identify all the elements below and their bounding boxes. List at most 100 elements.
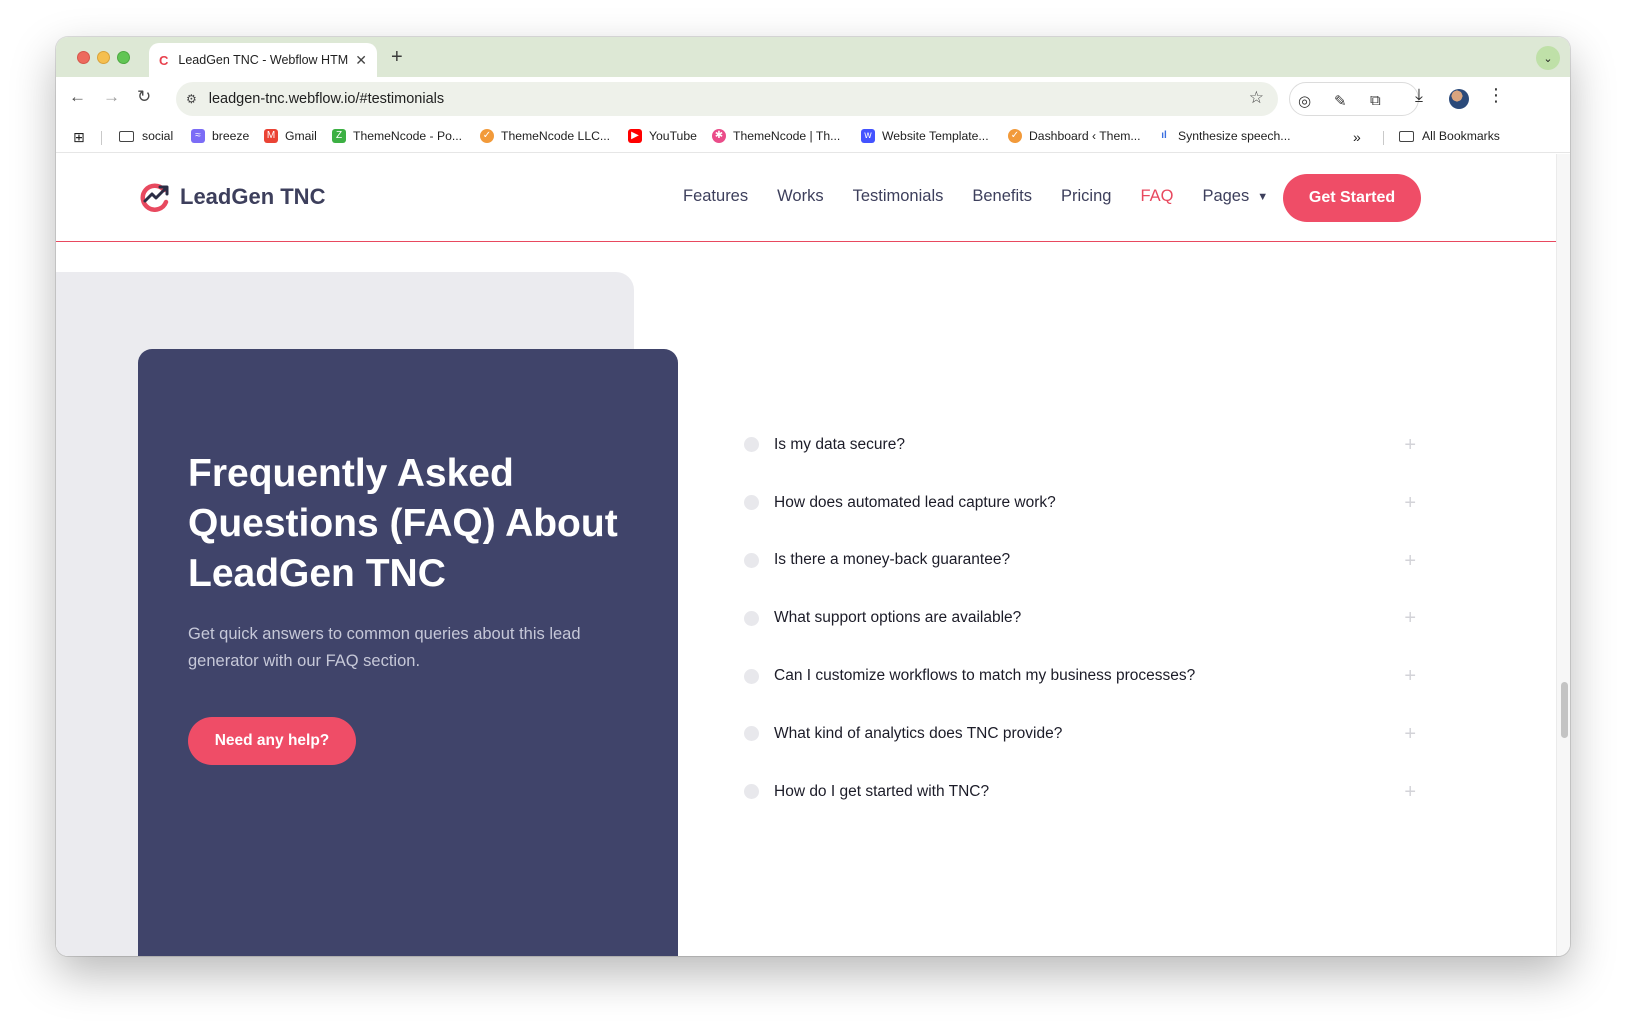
plus-icon[interactable]: + <box>1404 607 1416 630</box>
nav-faq[interactable]: FAQ <box>1140 187 1173 206</box>
site-info-icon[interactable]: ⚙ <box>186 92 197 106</box>
bookmark-label: Gmail <box>285 129 317 143</box>
tab-title: LeadGen TNC - Webflow HTML website templ… <box>178 53 349 67</box>
profile-avatar[interactable] <box>1449 89 1469 109</box>
faq-bullet-icon <box>744 437 759 453</box>
nav-works[interactable]: Works <box>777 187 823 206</box>
browser-toolbar: ← → ↻ ⚙ leadgen-tnc.webflow.io/#testimon… <box>56 77 1570 121</box>
bookmark-themencode-llc[interactable]: ✓ ThemeNcode LLC... <box>480 129 610 143</box>
bookmark-label: Synthesize speech... <box>1178 129 1291 143</box>
faq-item[interactable]: Is my data secure? + <box>744 416 1416 474</box>
nav-testimonials[interactable]: Testimonials <box>853 187 944 206</box>
extensions-group: ◎ ✎ ⧉ <box>1289 82 1419 116</box>
faq-bullet-icon <box>744 610 759 626</box>
dashboard-icon: ✓ <box>1008 129 1022 143</box>
maximize-window-button[interactable] <box>117 51 130 64</box>
tab-strip: C LeadGen TNC - Webflow HTML website tem… <box>56 37 1570 77</box>
plus-icon[interactable]: + <box>1404 723 1416 746</box>
faq-item[interactable]: How does automated lead capture work? + <box>744 474 1416 532</box>
faq-list: Is my data secure? + How does automated … <box>744 416 1416 821</box>
faq-bullet-icon <box>744 552 759 568</box>
faq-bullet-icon <box>744 726 759 742</box>
faq-subtitle: Get quick answers to common queries abou… <box>188 625 581 670</box>
tab-close-icon[interactable]: ✕ <box>355 52 367 69</box>
bookmark-synthesize[interactable]: ıl Synthesize speech... <box>1157 129 1290 143</box>
eyedropper-icon[interactable]: ✎ <box>1334 92 1347 110</box>
bookmark-label: ThemeNcode | Th... <box>733 129 841 143</box>
bookmark-gmail[interactable]: M Gmail <box>264 129 317 143</box>
faq-item[interactable]: How do I get started with TNC? + <box>744 763 1416 821</box>
all-bookmarks[interactable]: All Bookmarks <box>1399 129 1500 143</box>
plus-icon[interactable]: + <box>1404 665 1416 688</box>
bookmark-label: All Bookmarks <box>1422 129 1500 143</box>
main-nav: Features Works Testimonials Benefits Pri… <box>683 187 1268 206</box>
faq-item[interactable]: Is there a money-back guarantee? + <box>744 532 1416 590</box>
bookmark-themencode-th[interactable]: ✱ ThemeNcode | Th... <box>712 129 840 143</box>
bookmarks-overflow-icon[interactable]: » <box>1353 129 1361 145</box>
apps-grid-icon[interactable]: ⊞ <box>73 129 85 146</box>
grammar-icon[interactable]: ◎ <box>1298 92 1311 110</box>
bookmark-star-icon[interactable]: ☆ <box>1249 88 1264 108</box>
plus-icon[interactable]: + <box>1404 492 1416 515</box>
active-tab[interactable]: C LeadGen TNC - Webflow HTML website tem… <box>149 43 377 77</box>
bookmarks-bar: ⊞ social ≈ breeze M Gmail Z ThemeNcode -… <box>56 121 1570 153</box>
tab-search-button[interactable]: ⌄ <box>1536 46 1560 70</box>
speech-icon: ıl <box>1157 129 1171 143</box>
faq-question: Can I customize workflows to match my bu… <box>774 667 1196 685</box>
logo-icon <box>140 183 169 212</box>
faq-question: How does automated lead capture work? <box>774 493 1056 511</box>
bookmark-youtube[interactable]: ▶ YouTube <box>628 129 697 143</box>
themencode-icon: Z <box>332 129 346 143</box>
nav-pricing[interactable]: Pricing <box>1061 187 1111 206</box>
site-logo[interactable]: LeadGen TNC <box>138 182 325 212</box>
youtube-icon: ▶ <box>628 129 642 143</box>
gmail-icon: M <box>264 129 278 143</box>
nav-pages[interactable]: Pages ▼ <box>1202 187 1268 206</box>
faq-item[interactable]: What support options are available? + <box>744 589 1416 647</box>
faq-bullet-icon <box>744 495 759 511</box>
faq-bullet-icon <box>744 784 759 800</box>
plus-icon[interactable]: + <box>1404 434 1416 457</box>
faq-intro-card: Frequently Asked Questions (FAQ) About L… <box>138 349 678 956</box>
nav-features[interactable]: Features <box>683 187 748 206</box>
tab-favicon-icon: C <box>159 52 169 68</box>
minimize-window-button[interactable] <box>97 51 110 64</box>
back-button[interactable]: ← <box>69 87 86 107</box>
reload-button[interactable]: ↻ <box>137 87 151 107</box>
bookmark-website-template[interactable]: w Website Template... <box>861 129 989 143</box>
logo-text: LeadGen TNC <box>180 184 326 209</box>
bookmark-label: YouTube <box>649 129 697 143</box>
nav-pages-label: Pages <box>1202 187 1250 205</box>
nav-benefits[interactable]: Benefits <box>972 187 1032 206</box>
faq-item[interactable]: What kind of analytics does TNC provide?… <box>744 705 1416 763</box>
need-help-button[interactable]: Need any help? <box>188 717 356 765</box>
bookmark-themencode-po[interactable]: Z ThemeNcode - Po... <box>332 129 462 143</box>
page-scrollbar[interactable] <box>1556 154 1570 956</box>
address-bar[interactable]: ⚙ leadgen-tnc.webflow.io/#testimonials ☆ <box>176 82 1278 116</box>
plus-icon[interactable]: + <box>1404 550 1416 573</box>
bookmarks-divider <box>1383 131 1384 145</box>
faq-title: Frequently Asked Questions (FAQ) About L… <box>188 452 618 595</box>
faq-bullet-icon <box>744 668 759 684</box>
webflow-icon: w <box>861 129 875 143</box>
browser-menu-icon[interactable]: ⋮ <box>1487 85 1505 106</box>
bookmark-breeze[interactable]: ≈ breeze <box>191 129 249 143</box>
download-icon[interactable]: ⤓ <box>1415 85 1423 106</box>
dribbble-icon: ✱ <box>712 129 726 143</box>
get-started-button[interactable]: Get Started <box>1283 174 1421 222</box>
faq-question: Is my data secure? <box>774 435 905 453</box>
bookmark-label: Dashboard ‹ Them... <box>1029 129 1141 143</box>
bookmark-social[interactable]: social <box>119 129 173 143</box>
new-tab-button[interactable]: + <box>391 46 403 69</box>
plus-icon[interactable]: + <box>1404 781 1416 804</box>
chevron-down-icon: ▼ <box>1257 190 1269 203</box>
bookmark-label: social <box>142 129 174 143</box>
bookmark-dashboard[interactable]: ✓ Dashboard ‹ Them... <box>1008 129 1141 143</box>
bookmarks-divider <box>101 131 102 145</box>
forward-button[interactable]: → <box>103 87 120 107</box>
scrollbar-thumb[interactable] <box>1561 682 1568 738</box>
puzzle-icon[interactable]: ⧉ <box>1370 92 1381 109</box>
faq-item[interactable]: Can I customize workflows to match my bu… <box>744 647 1416 705</box>
url-text[interactable]: leadgen-tnc.webflow.io/#testimonials <box>209 91 444 107</box>
close-window-button[interactable] <box>77 51 90 64</box>
